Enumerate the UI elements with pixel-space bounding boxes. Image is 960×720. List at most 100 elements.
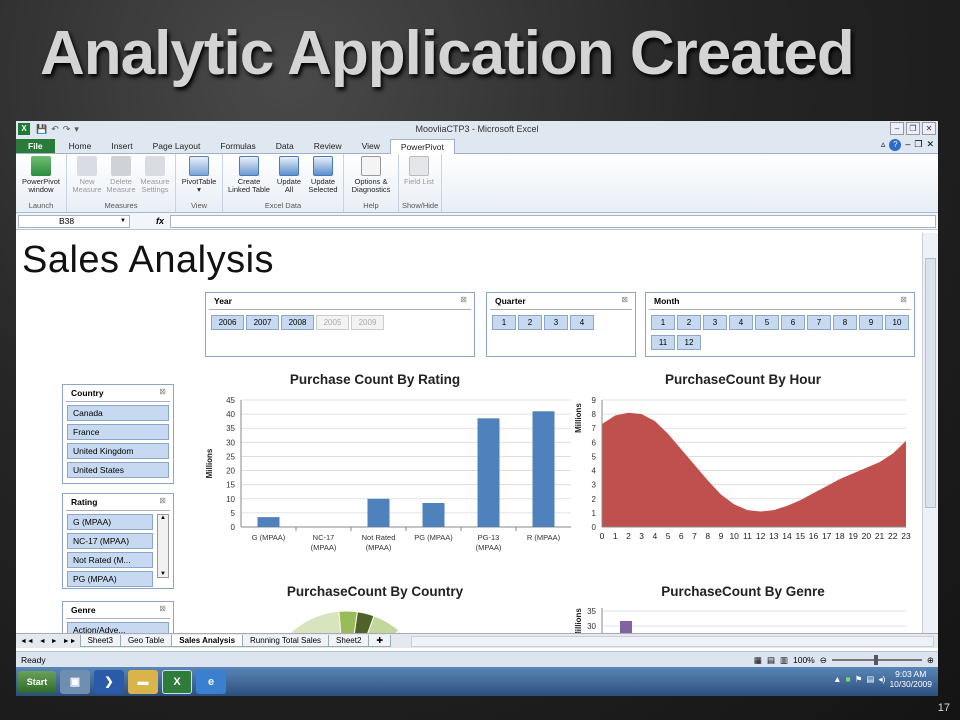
slicer-month-item[interactable]: 3 xyxy=(703,315,727,330)
rating-scrollbar[interactable]: ▲ ▼ xyxy=(157,514,169,578)
tab-home[interactable]: Home xyxy=(59,139,102,153)
slicer-month-item[interactable]: 4 xyxy=(729,315,753,330)
slicer-rating-item[interactable]: Not Rated (M... xyxy=(67,552,153,568)
tab-page-layout[interactable]: Page Layout xyxy=(143,139,211,153)
insert-sheet-icon[interactable]: ✚ xyxy=(368,635,392,647)
slicer-month-item[interactable]: 6 xyxy=(781,315,805,330)
restore-button[interactable]: ❐ xyxy=(906,122,920,135)
update-selected-button[interactable]: Update Selected xyxy=(306,154,340,201)
powershell-icon[interactable]: ❯ xyxy=(94,669,124,694)
excel-taskbar-icon[interactable]: X xyxy=(162,669,192,694)
slicer-rating-item[interactable]: PG (MPAA) xyxy=(67,571,153,587)
minimize-button[interactable]: – xyxy=(890,122,904,135)
doc-close-icon[interactable]: ✕ xyxy=(926,139,934,151)
slicer-month-item[interactable]: 9 xyxy=(859,315,883,330)
excel-app-icon[interactable]: X xyxy=(18,123,30,135)
sheet-tab[interactable]: Geo Table xyxy=(119,635,173,647)
name-box-dropdown-icon[interactable]: ▼ xyxy=(120,216,126,227)
slicer-year-item[interactable]: 2007 xyxy=(246,315,279,330)
tray-expand-icon[interactable]: ▲ xyxy=(833,674,841,684)
formula-input[interactable] xyxy=(170,214,936,228)
clear-filter-icon[interactable]: ⊠ xyxy=(159,604,166,613)
first-sheet-icon[interactable]: ◄◄ xyxy=(20,638,34,645)
explorer-folder-icon[interactable]: ▬ xyxy=(128,669,158,694)
slicer-year-item[interactable]: 2009 xyxy=(351,315,384,330)
clear-filter-icon[interactable]: ⊠ xyxy=(159,496,166,505)
slicer-month-item[interactable]: 1 xyxy=(651,315,675,330)
slicer-quarter-item[interactable]: 2 xyxy=(518,315,542,330)
clear-filter-icon[interactable]: ⊠ xyxy=(159,387,166,396)
zoom-slider-thumb[interactable] xyxy=(873,655,878,665)
slicer-quarter-item[interactable]: 3 xyxy=(544,315,568,330)
slicer-quarter-item[interactable]: 4 xyxy=(570,315,594,330)
slicer-month-item[interactable]: 10 xyxy=(885,315,909,330)
sheet-tab[interactable]: Sheet2 xyxy=(328,635,370,647)
slicer-month-item[interactable]: 5 xyxy=(755,315,779,330)
undo-icon[interactable]: ↶ xyxy=(51,124,59,135)
pivottable-button[interactable]: PivotTable ▾ xyxy=(179,154,219,201)
slicer-rating-item[interactable]: G (MPAA) xyxy=(67,514,153,530)
normal-view-icon[interactable]: ▦ xyxy=(754,655,762,666)
page-layout-view-icon[interactable]: ▤ xyxy=(767,655,775,666)
tab-view[interactable]: View xyxy=(352,139,390,153)
new-measure-button[interactable]: New Measure xyxy=(70,154,104,201)
next-sheet-icon[interactable]: ► xyxy=(51,638,58,645)
network-icon[interactable]: ▤ xyxy=(866,674,874,685)
insert-function-icon[interactable]: fx xyxy=(156,216,164,226)
slicer-month-item[interactable]: 12 xyxy=(677,335,701,350)
slicer-country-item[interactable]: United Kingdom xyxy=(67,443,169,459)
help-icon[interactable]: ? xyxy=(889,139,902,151)
clear-filter-icon[interactable]: ⊠ xyxy=(460,295,467,304)
sheet-tab-active[interactable]: Sales Analysis xyxy=(171,635,244,647)
measure-settings-button[interactable]: Measure Settings xyxy=(138,154,172,201)
slicer-year-item[interactable]: 2005 xyxy=(316,315,349,330)
clock[interactable]: 9:03 AM 10/30/2009 xyxy=(889,669,932,689)
horizontal-scrollbar[interactable] xyxy=(411,635,934,647)
redo-icon[interactable]: ↷ xyxy=(63,124,71,135)
vertical-scrollbar[interactable] xyxy=(922,233,938,633)
prev-sheet-icon[interactable]: ◄ xyxy=(39,638,46,645)
clear-filter-icon[interactable]: ⊠ xyxy=(900,295,907,304)
clear-filter-icon[interactable]: ⊠ xyxy=(621,295,628,304)
tray-app-icon[interactable]: ■ xyxy=(846,674,851,684)
zoom-level[interactable]: 100% xyxy=(793,655,815,665)
server-manager-icon[interactable]: ▣ xyxy=(60,669,90,694)
worksheet[interactable]: Sales Analysis Year ⊠ 2006 2007 2008 2005 200… xyxy=(16,233,922,633)
slicer-genre-item[interactable]: Action/Adve... xyxy=(67,622,169,633)
slicer-rating-item[interactable]: NC-17 (MPAA) xyxy=(67,533,153,549)
slicer-year-item[interactable]: 2008 xyxy=(281,315,314,330)
start-button[interactable]: Start xyxy=(18,670,56,693)
slicer-country-item[interactable]: France xyxy=(67,424,169,440)
slicer-month-item[interactable]: 11 xyxy=(651,335,675,350)
delete-measure-button[interactable]: Delete Measure xyxy=(104,154,138,201)
sheet-tab[interactable]: Sheet3 xyxy=(79,635,121,647)
tab-formulas[interactable]: Formulas xyxy=(210,139,265,153)
tab-review[interactable]: Review xyxy=(304,139,352,153)
zoom-out-icon[interactable]: ⊖ xyxy=(820,655,827,666)
options-diagnostics-button[interactable]: Options & Diagnostics xyxy=(347,154,395,201)
update-all-button[interactable]: Update All xyxy=(272,154,306,201)
powerpivot-window-button[interactable]: PowerPivot window xyxy=(19,154,63,201)
tab-file[interactable]: File xyxy=(16,139,55,153)
tab-powerpivot[interactable]: PowerPivot xyxy=(389,139,455,154)
slicer-month-item[interactable]: 2 xyxy=(677,315,701,330)
zoom-in-icon[interactable]: ⊕ xyxy=(927,655,934,666)
name-box[interactable]: B38 ▼ xyxy=(18,214,130,228)
tab-data[interactable]: Data xyxy=(266,139,304,153)
create-linked-table-button[interactable]: Create Linked Table xyxy=(226,154,272,201)
scroll-down-icon[interactable]: ▼ xyxy=(160,571,166,577)
vertical-scroll-thumb[interactable] xyxy=(925,258,936,508)
slicer-month-item[interactable]: 7 xyxy=(807,315,831,330)
page-break-view-icon[interactable]: ▥ xyxy=(780,655,788,666)
action-center-icon[interactable]: ⚑ xyxy=(855,674,863,685)
last-sheet-icon[interactable]: ►► xyxy=(63,638,77,645)
slicer-year-item[interactable]: 2006 xyxy=(211,315,244,330)
close-button[interactable]: ✕ xyxy=(922,122,936,135)
doc-minimize-icon[interactable]: – xyxy=(905,139,910,151)
sheet-tab[interactable]: Running Total Sales xyxy=(242,635,330,647)
internet-explorer-icon[interactable]: e xyxy=(196,669,226,694)
slicer-country-item[interactable]: Canada xyxy=(67,405,169,421)
scroll-up-icon[interactable]: ▲ xyxy=(160,515,166,521)
save-icon[interactable]: 💾 xyxy=(36,124,47,135)
zoom-slider[interactable] xyxy=(831,655,922,665)
